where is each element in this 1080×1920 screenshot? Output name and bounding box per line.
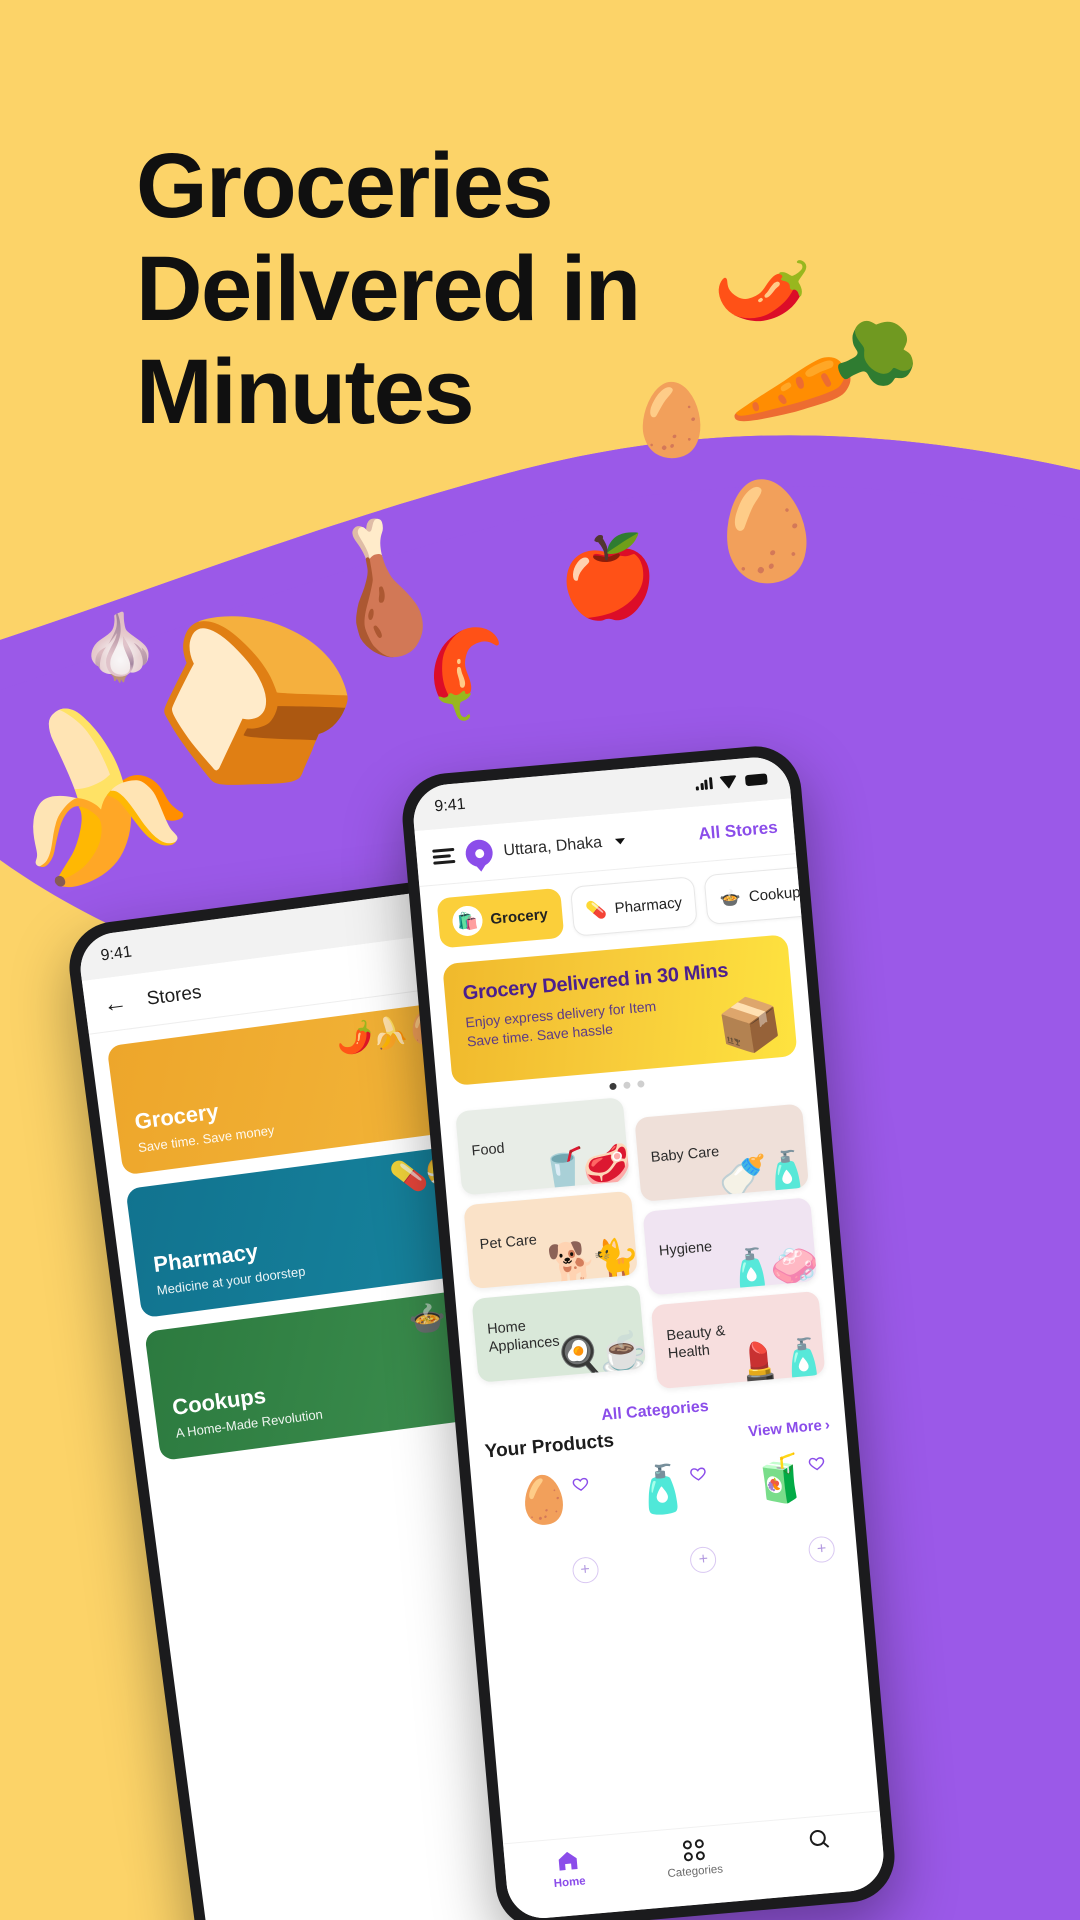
- tab-pharmacy[interactable]: 💊 Pharmacy: [569, 876, 699, 937]
- category-card-beauty-health-label: Beauty & Health: [665, 1323, 726, 1363]
- tab-cookups[interactable]: 🍲 Cookups: [703, 865, 803, 926]
- appliances-icon: 🍳☕: [553, 1330, 645, 1382]
- battery-icon: [744, 772, 768, 786]
- egg-tray-icon: 🥚: [512, 1471, 575, 1528]
- category-card-food-label: Food: [470, 1140, 506, 1160]
- medicine-bottle-icon: 💊: [584, 899, 608, 921]
- nav-item-categories-label: Categories: [667, 1863, 724, 1881]
- category-card-home-appliances[interactable]: Home Appliances 🍳☕: [471, 1284, 647, 1383]
- category-card-hygiene-label: Hygiene: [658, 1239, 713, 1260]
- garlic-icon: 🧄: [80, 611, 160, 683]
- category-card-home-appliances-label: Home Appliances: [486, 1318, 561, 1356]
- category-card-food[interactable]: Food 🥤🥩: [455, 1097, 630, 1196]
- hamburger-menu-icon[interactable]: [432, 847, 456, 865]
- egg-icon: 🥚: [628, 381, 716, 459]
- add-to-cart-button[interactable]: +: [807, 1535, 836, 1564]
- carousel-dot-1[interactable]: [608, 1082, 617, 1091]
- chevron-down-icon[interactable]: [614, 837, 626, 845]
- baby-products-icon: 🍼🧴: [716, 1149, 808, 1202]
- add-to-cart-button[interactable]: +: [689, 1545, 718, 1574]
- tab-grocery-label: Grocery: [489, 905, 549, 928]
- status-time-left: 9:41: [99, 943, 133, 965]
- hygiene-products-icon: 🧴🧼: [724, 1243, 816, 1295]
- category-card-hygiene[interactable]: Hygiene 🧴🧼: [642, 1197, 818, 1296]
- location-label[interactable]: Uttara, Dhaka: [503, 834, 603, 861]
- product-card-tang-drink[interactable]: 🧃 +: [723, 1445, 843, 1575]
- carousel-dot-3[interactable]: [636, 1080, 645, 1088]
- location-pin-icon: [464, 838, 494, 868]
- chevron-right-icon: ›: [824, 1416, 831, 1434]
- grid-icon: [680, 1837, 706, 1863]
- nav-item-home-label: Home: [553, 1875, 587, 1891]
- egg-carton-icon: 🥚: [699, 470, 833, 593]
- favorite-heart-icon[interactable]: [689, 1464, 707, 1482]
- tab-pharmacy-label: Pharmacy: [613, 893, 683, 917]
- nav-item-search[interactable]: [782, 1824, 856, 1858]
- all-stores-link[interactable]: All Stores: [698, 817, 779, 844]
- nav-item-home[interactable]: Home: [531, 1846, 606, 1892]
- stores-title: Stores: [145, 981, 203, 1010]
- carousel-dot-2[interactable]: [622, 1081, 631, 1090]
- search-icon: [806, 1826, 832, 1852]
- favorite-heart-icon[interactable]: [571, 1475, 589, 1493]
- tab-cookups-label: Cookups: [748, 882, 803, 905]
- add-to-cart-button[interactable]: +: [571, 1556, 600, 1585]
- category-card-pet-care[interactable]: Pet Care 🐕🐈: [463, 1190, 638, 1290]
- tang-drink-icon: 🧃: [749, 1450, 811, 1508]
- category-card-beauty-health[interactable]: Beauty & Health 💄🧴: [650, 1290, 826, 1390]
- wifi-icon: [718, 774, 738, 789]
- apple-icon: 🍎: [558, 532, 658, 621]
- home-icon: [555, 1848, 581, 1874]
- nav-item-categories[interactable]: Categories: [656, 1835, 731, 1881]
- status-time-right: 9:41: [433, 795, 467, 816]
- tab-grocery[interactable]: 🛍️ Grocery: [436, 887, 564, 949]
- headline-line-1: Groceries: [136, 135, 554, 237]
- category-card-baby-care-label: Baby Care: [650, 1144, 720, 1167]
- bottom-navigation: Home Categories: [503, 1810, 887, 1920]
- product-card-cooking-oil[interactable]: 🧴 +: [605, 1455, 724, 1585]
- signal-icon: [695, 777, 713, 791]
- category-grid: Food 🥤🥩 Pet Care 🐕🐈 Home Appliances 🍳☕ B…: [439, 1078, 841, 1406]
- pets-icon: 🐕🐈: [545, 1236, 637, 1289]
- category-card-baby-care[interactable]: Baby Care 🍼🧴: [634, 1103, 810, 1202]
- cooking-oil-icon: 🧴: [631, 1460, 693, 1518]
- product-card-egg-tray[interactable]: 🥚 +: [486, 1465, 606, 1595]
- category-card-pet-care-label: Pet Care: [479, 1232, 538, 1254]
- delivery-box-icon: 📦: [713, 992, 787, 1060]
- favorite-heart-icon[interactable]: [807, 1454, 825, 1472]
- back-arrow-icon[interactable]: ←: [101, 988, 128, 1018]
- cooking-pot-icon: 🍲: [718, 887, 742, 909]
- grocery-bag-icon: 🛍️: [451, 904, 484, 938]
- food-items-icon: 🥤🥩: [537, 1143, 629, 1195]
